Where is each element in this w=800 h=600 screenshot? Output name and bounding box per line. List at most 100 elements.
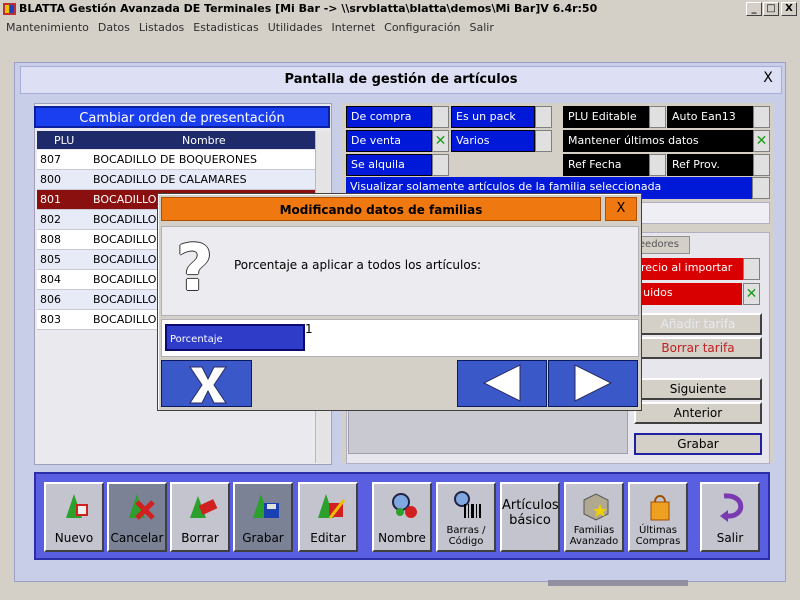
screen-close-button[interactable]: X xyxy=(756,70,780,90)
basic-articles-button[interactable]: Artículos básico xyxy=(500,482,560,552)
checkbox-auto-ean13[interactable] xyxy=(753,106,770,128)
incluidos-option: cluidos xyxy=(630,283,742,305)
checkbox-plu-editable[interactable] xyxy=(649,106,666,128)
app-icon xyxy=(2,2,17,16)
plu-cell: 801 xyxy=(40,193,61,206)
delete-button[interactable]: Borrar xyxy=(170,482,230,552)
previous-button[interactable]: Anterior xyxy=(634,402,762,424)
option-de-venta: De venta xyxy=(346,130,432,152)
column-nombre[interactable]: Nombre xyxy=(182,134,226,147)
disk-icon xyxy=(253,494,279,518)
screen-title: Pantalla de gestión de artículos xyxy=(284,72,518,87)
column-plu[interactable]: PLU xyxy=(54,134,74,147)
edit-icon xyxy=(318,494,346,519)
precio-importar-option: precio al importar xyxy=(630,258,756,280)
basic-articles-label: Artículos básico xyxy=(502,498,559,528)
cancel-icon xyxy=(129,494,155,520)
menu-listados[interactable]: Listados xyxy=(139,19,190,38)
box-star-icon xyxy=(583,493,609,521)
save-right-button[interactable]: Grabar xyxy=(634,433,762,455)
maximize-button[interactable]: □ xyxy=(763,2,779,16)
option-plu-editable: PLU Editable xyxy=(563,106,649,128)
name-search-button[interactable]: Nombre xyxy=(372,482,432,552)
dialog-cancel-button[interactable] xyxy=(161,360,252,407)
option-se-alquila: Se alquila xyxy=(346,154,432,176)
checkbox-es-un-pack[interactable] xyxy=(535,106,552,128)
arrow-left-icon xyxy=(482,364,521,402)
percentage-label: Porcentaje xyxy=(165,324,305,351)
option-es-un-pack: Es un pack xyxy=(451,106,535,128)
plu-cell: 805 xyxy=(40,253,61,266)
list-item[interactable]: 800 BOCADILLO DE CALAMARES xyxy=(37,170,315,190)
checkbox-incluidos[interactable]: ✕ xyxy=(743,283,760,305)
delete-tariff-button[interactable]: Borrar tarifa xyxy=(634,337,762,359)
minimize-button[interactable]: _ xyxy=(746,2,762,16)
next-button[interactable]: Siguiente xyxy=(634,378,762,400)
name-cell: BOCADILLO I xyxy=(93,213,164,226)
arrow-right-icon xyxy=(574,364,613,402)
option-ref-fecha: Ref Fecha xyxy=(563,154,649,176)
x-icon xyxy=(189,366,227,404)
checkbox-de-venta[interactable]: ✕ xyxy=(432,130,449,152)
menu-estadisticas[interactable]: Estadisticas xyxy=(193,19,264,38)
name-cell: BOCADILLO xyxy=(93,193,157,206)
checkbox-varios[interactable] xyxy=(535,130,552,152)
menu-bar: Mantenimiento Datos Listados Estadistica… xyxy=(0,19,800,38)
dialog-close-button[interactable]: X xyxy=(605,197,637,221)
save-button[interactable]: Grabar xyxy=(233,482,293,552)
option-varios: Varios xyxy=(451,130,535,152)
new-button[interactable]: Nuevo xyxy=(44,482,104,552)
menu-mantenimiento[interactable]: Mantenimiento xyxy=(6,19,95,38)
bottom-scrollbar[interactable] xyxy=(548,580,688,586)
checkbox-mantener-datos[interactable]: ✕ xyxy=(753,130,770,152)
exit-button[interactable]: Salir xyxy=(700,482,760,552)
advanced-families-button[interactable]: Familias Avanzado xyxy=(564,482,624,552)
advanced-families-label: Familias Avanzado xyxy=(569,525,619,547)
dialog-next-button[interactable] xyxy=(548,360,638,407)
dialog-previous-button[interactable] xyxy=(457,360,547,407)
plu-cell: 807 xyxy=(40,153,61,166)
menu-utilidades[interactable]: Utilidades xyxy=(268,19,329,38)
name-cell: BOCADILLO I xyxy=(93,273,164,286)
percentage-input[interactable]: 1 xyxy=(305,322,313,336)
exit-label: Salir xyxy=(716,531,744,545)
checkbox-ref-fecha[interactable] xyxy=(649,154,666,176)
exit-arrow-icon xyxy=(720,493,744,522)
new-label: Nuevo xyxy=(54,531,94,545)
change-order-button[interactable]: Cambiar orden de presentación xyxy=(34,106,330,128)
close-button[interactable]: X xyxy=(781,2,797,16)
name-cell: BOCADILLO DE BOQUERONES xyxy=(93,153,258,166)
option-de-compra: De compra xyxy=(346,106,432,128)
dialog-title: Modificando datos de familias xyxy=(161,197,601,221)
cancel-button[interactable]: Cancelar xyxy=(107,482,167,552)
option-auto-ean13: Auto Ean13 xyxy=(667,106,753,128)
save-label: Grabar xyxy=(242,531,284,545)
edit-button[interactable]: Editar xyxy=(298,482,358,552)
menu-configuracion[interactable]: Configuración xyxy=(384,19,466,38)
plu-cell: 803 xyxy=(40,313,61,326)
name-cell: BOCADILLO I xyxy=(93,253,164,266)
plu-cell: 806 xyxy=(40,293,61,306)
checkbox-de-compra[interactable] xyxy=(432,106,449,128)
option-ref-prov: Ref Prov. xyxy=(667,154,753,176)
cancel-label: Cancelar xyxy=(110,531,164,545)
checkbox-se-alquila[interactable] xyxy=(432,154,449,176)
shopping-bag-icon xyxy=(650,495,670,521)
name-cell: BOCADILLO DE CALAMARES xyxy=(93,173,247,186)
checkbox-precio-importar[interactable] xyxy=(743,258,760,280)
add-tariff-button[interactable]: Añadir tarifa xyxy=(634,313,762,335)
checkbox-ref-prov[interactable] xyxy=(753,154,770,176)
menu-datos[interactable]: Datos xyxy=(98,19,136,38)
question-icon: ? xyxy=(176,232,214,306)
plu-cell: 800 xyxy=(40,173,61,186)
checkbox-filter-family[interactable] xyxy=(752,177,770,199)
list-item[interactable]: 807 BOCADILLO DE BOQUERONES xyxy=(37,150,315,170)
new-icon xyxy=(66,494,88,518)
menu-salir[interactable]: Salir xyxy=(469,19,499,38)
plu-cell: 804 xyxy=(40,273,61,286)
menu-internet[interactable]: Internet xyxy=(331,19,381,38)
barcode-button[interactable]: Barras / Código xyxy=(436,482,496,552)
last-purchases-button[interactable]: Últimas Compras xyxy=(628,482,688,552)
window-title: BLATTA Gestión Avanzada DE Terminales [M… xyxy=(19,2,598,15)
barcode-icon xyxy=(454,491,481,518)
